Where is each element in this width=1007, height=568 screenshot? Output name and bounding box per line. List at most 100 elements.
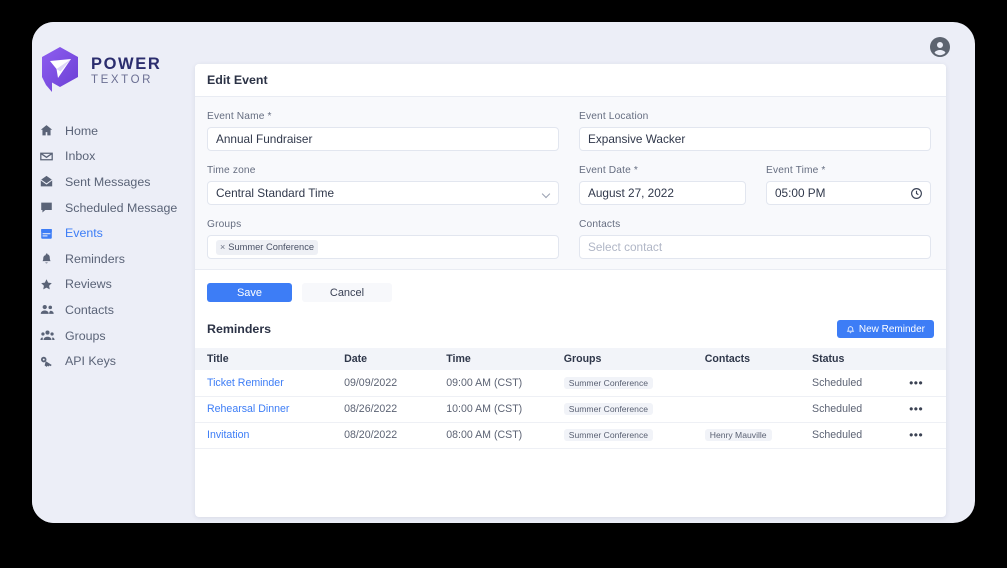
reminder-title-link[interactable]: Rehearsal Dinner	[207, 403, 289, 415]
reminder-date: 08/26/2022	[340, 396, 442, 422]
column-header-contacts: Contacts	[701, 348, 808, 370]
open-envelope-icon	[40, 175, 61, 189]
account-circle-icon[interactable]	[928, 35, 952, 59]
reminder-date: 09/09/2022	[340, 370, 442, 396]
reminder-time: 09:00 AM (CST)	[442, 370, 560, 396]
event-name-field: Event Name * Annual Fundraiser	[207, 111, 559, 151]
event-location-field: Event Location Expansive Wacker	[579, 111, 931, 151]
column-header-date: Date	[340, 348, 442, 370]
users-icon	[40, 303, 61, 317]
edit-event-panel: Edit Event Event Name * Annual Fundraise…	[195, 64, 946, 517]
group-chip: Summer Conference	[564, 403, 653, 415]
sidebar-item-label: Sent Messages	[65, 175, 150, 189]
table-row: Rehearsal Dinner 08/26/202210:00 AM (CST)…	[195, 396, 946, 422]
reminder-contacts: Henry Mauville	[701, 422, 808, 448]
event-time-input[interactable]: 05:00 PM	[766, 181, 931, 205]
groups-label: Groups	[207, 219, 559, 230]
reminders-title: Reminders	[207, 322, 271, 336]
contacts-input[interactable]: Select contact	[579, 235, 931, 259]
inbox-envelope-icon	[40, 149, 61, 163]
sidebar-item-inbox[interactable]: Inbox	[32, 144, 195, 170]
bell-icon	[846, 325, 855, 334]
table-row: Invitation08/20/202208:00 AM (CST)Summer…	[195, 422, 946, 448]
sidebar-item-label: Events	[65, 226, 103, 240]
reminder-contacts	[701, 370, 808, 396]
reminder-contacts	[701, 396, 808, 422]
sidebar-item-reminders[interactable]: Reminders	[32, 246, 195, 272]
sidebar-item-label: Scheduled Message	[65, 201, 177, 215]
clock-icon[interactable]	[910, 187, 923, 203]
reminders-table: TitleDateTimeGroupsContactsStatus Ticket…	[195, 348, 946, 449]
sidebar-item-api-keys[interactable]: API Keys	[32, 348, 195, 374]
reminders-header: Reminders New Reminder	[195, 302, 946, 348]
event-date-label: Event Date *	[579, 165, 746, 176]
event-time-label: Event Time *	[766, 165, 931, 176]
brand-name-top: POWER	[91, 56, 161, 73]
event-location-input[interactable]: Expansive Wacker	[579, 127, 931, 151]
reminder-date: 08/20/2022	[340, 422, 442, 448]
event-form: Event Name * Annual Fundraiser Event Loc…	[195, 97, 946, 270]
sidebar-item-label: Home	[65, 124, 98, 138]
sidebar-nav: Home Inbox Sent Messages Scheduled Message E…	[32, 118, 195, 374]
sidebar-item-events[interactable]: Events	[32, 220, 195, 246]
reminder-groups: Summer Conference	[560, 370, 701, 396]
contacts-label: Contacts	[579, 219, 931, 230]
timezone-field: Time zone Central Standard Time	[207, 165, 559, 205]
reminder-groups: Summer Conference	[560, 396, 701, 422]
column-header-groups: Groups	[560, 348, 701, 370]
timezone-label: Time zone	[207, 165, 559, 176]
sidebar-item-label: Reminders	[65, 252, 125, 266]
user-group-icon	[40, 329, 61, 343]
reminder-title-link[interactable]: Ticket Reminder	[207, 377, 284, 389]
reminder-time: 08:00 AM (CST)	[442, 422, 560, 448]
contact-chip: Henry Mauville	[705, 429, 772, 441]
group-tag[interactable]: × Summer Conference	[216, 240, 318, 255]
cancel-button[interactable]: Cancel	[302, 283, 392, 302]
event-name-input[interactable]: Annual Fundraiser	[207, 127, 559, 151]
group-chip: Summer Conference	[564, 377, 653, 389]
row-actions-icon[interactable]: •••	[909, 428, 923, 442]
form-actions: Save Cancel	[195, 270, 946, 302]
power-textor-logo-icon	[38, 45, 84, 97]
row-actions-icon[interactable]: •••	[909, 402, 923, 416]
brand-name-bottom: TEXTOR	[91, 75, 161, 87]
event-time-value: 05:00 PM	[775, 186, 826, 200]
sidebar: POWER TEXTOR Home Inbox Sent Messages Sched…	[32, 22, 195, 523]
sidebar-item-groups[interactable]: Groups	[32, 323, 195, 349]
sidebar-item-label: Inbox	[65, 149, 95, 163]
column-header-status: Status	[808, 348, 905, 370]
page-title: Edit Event	[195, 64, 946, 97]
remove-tag-icon[interactable]: ×	[220, 242, 225, 252]
event-date-input[interactable]: August 27, 2022	[579, 181, 746, 205]
timezone-select[interactable]: Central Standard Time	[207, 181, 559, 205]
sidebar-item-label: Contacts	[65, 303, 114, 317]
brand-logo: POWER TEXTOR	[32, 38, 195, 100]
reminder-title-link[interactable]: Invitation	[207, 429, 249, 441]
column-header-actions	[905, 348, 946, 370]
status-badge: Scheduled	[812, 403, 862, 415]
home-icon	[40, 124, 61, 138]
sidebar-item-reviews[interactable]: Reviews	[32, 272, 195, 298]
new-reminder-label: New Reminder	[859, 324, 925, 335]
sidebar-item-home[interactable]: Home	[32, 118, 195, 144]
sidebar-item-scheduled-message[interactable]: Scheduled Message	[32, 195, 195, 221]
column-header-title: Title	[195, 348, 340, 370]
table-header-row: TitleDateTimeGroupsContactsStatus	[195, 348, 946, 370]
save-button[interactable]: Save	[207, 283, 292, 302]
new-reminder-button[interactable]: New Reminder	[837, 320, 934, 338]
group-tag-label: Summer Conference	[228, 242, 314, 252]
timezone-value: Central Standard Time	[216, 186, 334, 200]
app-window: POWER TEXTOR Home Inbox Sent Messages Sched…	[32, 22, 975, 523]
bell-icon	[40, 252, 61, 266]
groups-input[interactable]: × Summer Conference	[207, 235, 559, 259]
sidebar-item-contacts[interactable]: Contacts	[32, 297, 195, 323]
sidebar-item-label: Reviews	[65, 277, 112, 291]
sidebar-item-sent-messages[interactable]: Sent Messages	[32, 169, 195, 195]
column-header-time: Time	[442, 348, 560, 370]
row-actions-icon[interactable]: •••	[909, 376, 923, 390]
groups-field: Groups × Summer Conference	[207, 219, 559, 259]
status-badge: Scheduled	[812, 429, 862, 441]
event-name-label: Event Name *	[207, 111, 559, 122]
reminder-time: 10:00 AM (CST)	[442, 396, 560, 422]
sidebar-item-label: Groups	[65, 329, 106, 343]
